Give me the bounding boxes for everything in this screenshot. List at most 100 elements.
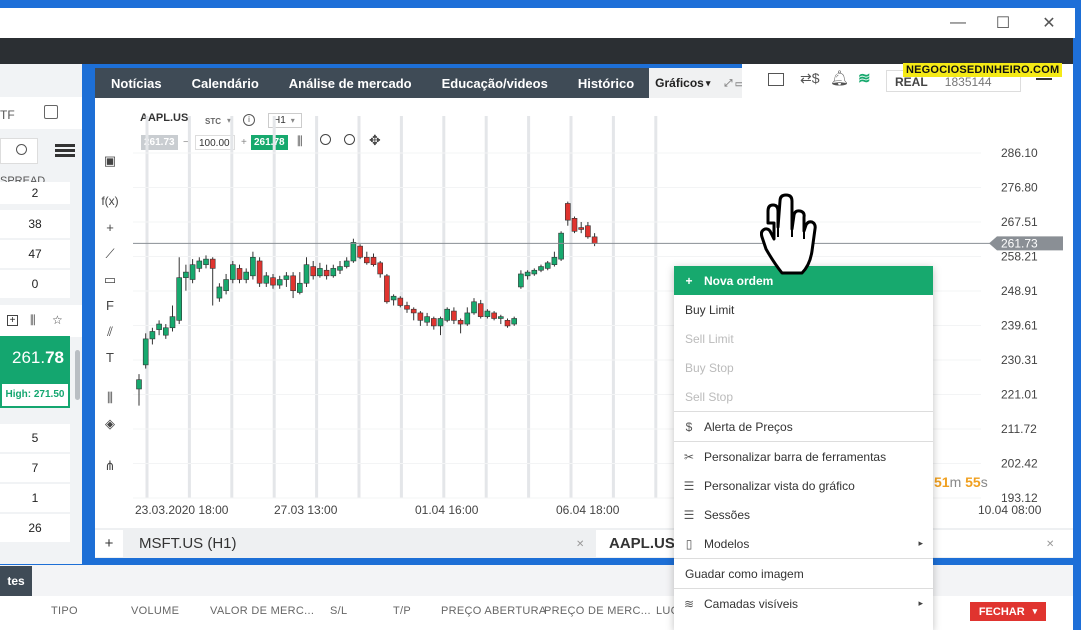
menu-item-sess-es[interactable]: ☰ Sessões xyxy=(674,500,933,529)
market-row-spread[interactable]: 26 xyxy=(0,514,70,542)
maximize-icon: ☐ xyxy=(995,15,1011,32)
market-row-spread[interactable]: 7 xyxy=(0,454,70,482)
tab-analise-de-mercado[interactable]: Análise de mercado xyxy=(274,76,427,91)
market-search-input[interactable] xyxy=(0,138,38,164)
text-tool-icon[interactable]: T xyxy=(101,349,119,367)
layers-icon[interactable]: ◈ xyxy=(101,415,119,433)
column-header[interactable]: TIPO xyxy=(51,605,78,617)
window-right-edge xyxy=(1073,38,1081,630)
trendline-icon[interactable]: ⟋ xyxy=(101,245,119,263)
candle-body xyxy=(250,256,256,277)
menu-item-modelos[interactable]: ▯ Modelos ▸ xyxy=(674,529,933,558)
hand-pointer-icon xyxy=(760,193,817,275)
candle-body xyxy=(578,227,585,230)
candle-body xyxy=(357,245,363,258)
close-all-button[interactable]: FECHAR ▾ xyxy=(970,602,1046,621)
column-header[interactable]: PREÇO DE MERC... xyxy=(544,605,651,617)
menu-item-camadas-vis-veis[interactable]: ≋ Camadas visíveis ▸ xyxy=(674,589,933,618)
tab-calendario[interactable]: Calendário xyxy=(177,76,274,91)
market-row-spread[interactable]: 0 xyxy=(0,270,70,298)
minimize-button[interactable]: — xyxy=(935,8,981,38)
grid-view-icon[interactable] xyxy=(55,144,75,158)
candle-body xyxy=(350,242,357,262)
column-header[interactable]: T/P xyxy=(393,605,411,617)
tab-educacao-videos[interactable]: Educação/videos xyxy=(427,76,563,91)
tab-historico[interactable]: Histórico xyxy=(563,76,649,91)
candle-body xyxy=(457,320,464,325)
share-icon[interactable]: ⋔ xyxy=(101,457,119,475)
buy-price-tile[interactable]: 261.78 High: 271.50 xyxy=(0,336,70,408)
close-button[interactable]: ✕ xyxy=(1026,8,1072,38)
bell-icon[interactable]: 🔔︎ xyxy=(830,69,849,87)
column-header[interactable]: VALOR DE MERC... xyxy=(210,605,314,617)
buy-price: 261.78 xyxy=(2,338,68,384)
candle-body xyxy=(323,269,330,277)
wifi-icon: ≋ xyxy=(858,70,871,87)
candle-body xyxy=(384,275,390,303)
maximize-button[interactable]: ☐ xyxy=(980,8,1026,38)
y-tick-label: 221.01 xyxy=(1001,388,1038,402)
candle-body xyxy=(183,271,189,278)
window-top-strip xyxy=(0,0,1081,8)
close-tab-icon[interactable]: ✕ xyxy=(1046,539,1054,550)
high-price: High: 271.50 xyxy=(5,389,65,400)
chart-tab-label: AAPL.US xyxy=(609,535,675,552)
function-icon[interactable]: f(x) xyxy=(101,192,119,210)
crosshair-icon[interactable]: + xyxy=(101,219,119,237)
layout-icon[interactable] xyxy=(768,73,784,86)
market-row-spread[interactable]: 47 xyxy=(0,240,70,268)
close-tab-icon[interactable]: ✕ xyxy=(576,539,584,550)
menu-item-label: Personalizar barra de ferramentas xyxy=(704,449,887,464)
menu-icon[interactable] xyxy=(1036,78,1052,80)
main-nav: Notícias Calendário Análise de mercado E… xyxy=(95,68,763,98)
channel-icon[interactable]: ⫽ xyxy=(101,323,119,341)
market-row-spread[interactable]: 5 xyxy=(0,424,70,452)
candle-body xyxy=(209,258,216,269)
candle-body xyxy=(330,268,337,277)
x-tick-label: 01.04 16:00 xyxy=(415,503,479,517)
candle-body xyxy=(518,273,524,288)
app-header-bar xyxy=(0,38,1073,64)
add-chart-button[interactable]: + xyxy=(95,530,123,557)
menu-item-personalizar-barra-de-ferramentas[interactable]: ✂ Personalizar barra de ferramentas xyxy=(674,442,933,471)
candle-body xyxy=(484,310,491,317)
candle-body xyxy=(404,305,410,310)
candles-icon[interactable]: ⫼ xyxy=(30,313,36,328)
tab-noticias[interactable]: Notícias xyxy=(95,76,177,91)
inbox-icon[interactable] xyxy=(44,105,58,119)
candle-body xyxy=(471,301,477,314)
star-icon[interactable]: ☆ xyxy=(52,313,63,327)
chart-tab-msft[interactable]: MSFT.US (H1) xyxy=(126,530,594,557)
y-tick-label: 258.21 xyxy=(1001,249,1038,263)
column-header[interactable]: S/L xyxy=(330,605,347,617)
candle-body xyxy=(303,264,310,284)
market-watch-scrollbar[interactable] xyxy=(75,350,80,400)
chevron-right-icon: ▸ xyxy=(918,538,923,548)
menu-item-alerta-de-pre-os[interactable]: $ Alerta de Preços xyxy=(674,412,933,441)
candle-body xyxy=(377,262,383,275)
currency-exchange-icon[interactable]: ⇄$ xyxy=(800,70,820,87)
y-tick-label: 248.91 xyxy=(1001,284,1038,298)
menu-item-icon: $ xyxy=(685,419,693,434)
column-header[interactable]: VOLUME xyxy=(131,605,179,617)
countdown-minutes: 51 xyxy=(934,474,950,490)
menu-item-guadar-como-imagem[interactable]: Guadar como imagem xyxy=(674,559,933,588)
menu-item-label: Alerta de Preços xyxy=(704,419,793,434)
candles-tool-icon[interactable]: ⫼ xyxy=(101,389,119,407)
menu-item-personalizar-vista-do-gr-fico[interactable]: ☰ Personalizar vista do gráfico xyxy=(674,471,933,500)
market-row-spread[interactable]: 2 xyxy=(0,182,70,204)
menu-item-icon: ✂ xyxy=(683,449,695,464)
rectangle-icon[interactable]: ▭ xyxy=(101,271,119,289)
add-icon[interactable]: + xyxy=(7,315,18,326)
candle-body xyxy=(497,316,504,319)
column-header[interactable]: PREÇO ABERTURA xyxy=(441,605,546,617)
fibonacci-icon[interactable]: F xyxy=(101,297,119,315)
cursor-mode-icon[interactable]: ▣ xyxy=(101,152,119,170)
candle-body xyxy=(169,316,176,329)
positions-tab[interactable]: tes xyxy=(0,566,32,596)
account-mode: REAL xyxy=(895,75,928,89)
menu-item-buy-limit[interactable]: Buy Limit xyxy=(674,295,933,324)
market-row-spread[interactable]: 38 xyxy=(0,210,70,238)
candle-body xyxy=(297,282,303,293)
market-row-spread[interactable]: 1 xyxy=(0,484,70,512)
